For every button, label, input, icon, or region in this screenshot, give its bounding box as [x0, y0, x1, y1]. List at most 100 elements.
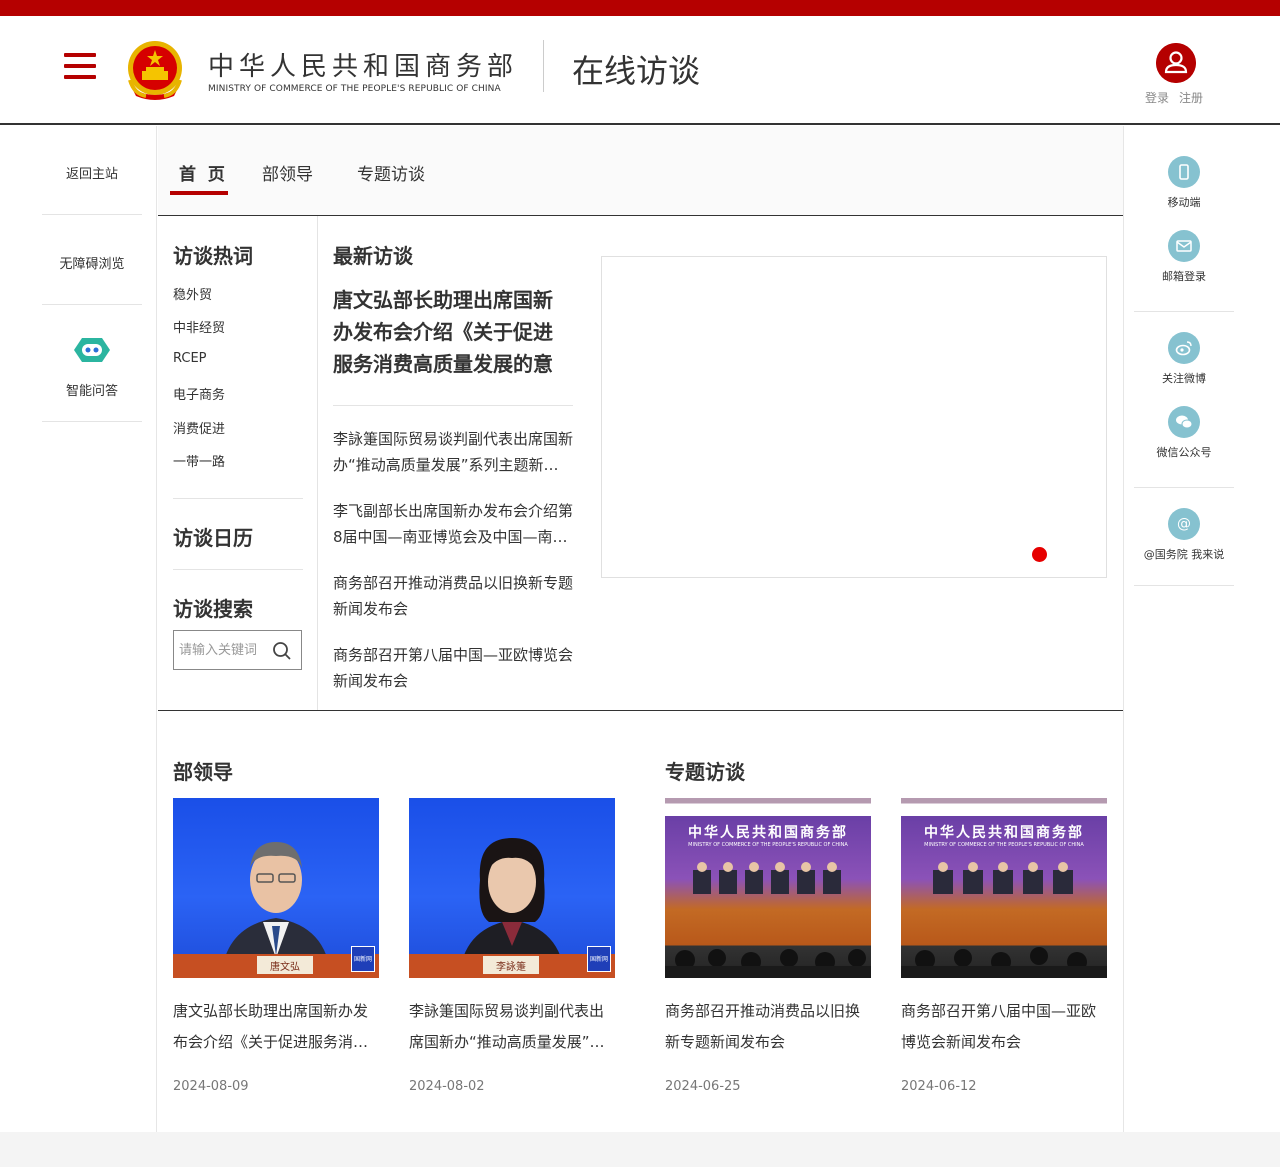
divider	[42, 304, 142, 305]
weibo-label: 关注微博	[1162, 372, 1206, 385]
news-item[interactable]: 商务部召开推动消费品以旧换新专题新闻发布会	[333, 570, 573, 622]
topic-card[interactable]: 中华人民共和国商务部 MINISTRY OF COMMERCE OF THE P…	[901, 798, 1107, 1094]
section-divider	[158, 710, 1123, 711]
stage-banner-subtext: MINISTRY OF COMMERCE OF THE PEOPLE'S REP…	[688, 842, 848, 848]
tab-topics[interactable]: 专题访谈	[357, 160, 425, 185]
leader-card[interactable]: 唐文弘 国新网 唐文弘部长助理出席国新办发布会介绍《关于促进服务消费高质量发展的…	[173, 798, 379, 1094]
leader-card[interactable]: 李詠箑 国新网 李詠箑国际贸易谈判副代表出席国新办“推动高质量发展”系列主题新闻…	[409, 798, 615, 1094]
topic-card[interactable]: 中华人民共和国商务部 MINISTRY OF COMMERCE OF THE P…	[665, 798, 871, 1094]
topic-card-date: 2024-06-25	[665, 1079, 741, 1094]
side-panel: 访谈热词 稳外贸 中非经贸 RCEP 电子商务 消费促进 一带一路 访谈日历 访…	[158, 216, 318, 710]
menu-icon[interactable]	[64, 53, 96, 81]
leader-card-title[interactable]: 李詠箑国际贸易谈判副代表出席国新办“推动高质量发展”系列主题新闻发布会	[409, 996, 615, 1058]
news-item[interactable]: 李詠箑国际贸易谈判副代表出席国新办“推动高质量发展”系列主题新闻发布会	[333, 426, 573, 478]
stage-banner-subtext: MINISTRY OF COMMERCE OF THE PEOPLE'S REP…	[924, 842, 1084, 848]
search-title: 访谈搜索	[173, 597, 253, 621]
mail-icon	[1168, 230, 1200, 262]
divider	[42, 421, 142, 422]
search-icon[interactable]	[272, 641, 292, 661]
divider	[42, 214, 142, 215]
stage-banner-text: 中华人民共和国商务部	[688, 825, 848, 841]
hot-words-title: 访谈热词	[173, 244, 253, 268]
wechat-link[interactable]: 微信公众号	[1134, 406, 1234, 460]
calendar-title[interactable]: 访谈日历	[173, 522, 253, 551]
mail-login-link[interactable]: 邮箱登录	[1134, 230, 1234, 284]
left-sidebar: 返回主站 无障碍浏览 智能问答	[0, 126, 157, 1132]
audience	[901, 947, 1107, 978]
leader-photo[interactable]: 李詠箑 国新网	[409, 798, 615, 978]
right-sidebar: 移动端 邮箱登录 关注微博 微信公众号 @ @国务院 我来说	[1123, 126, 1280, 1132]
user-links: 登录 注册	[1145, 89, 1213, 106]
accessible-browse-link[interactable]: 无障碍浏览	[42, 253, 142, 272]
panel-speakers	[693, 862, 841, 894]
site-header: 中华人民共和国商务部 MINISTRY OF COMMERCE OF THE P…	[0, 16, 1280, 125]
mobile-label: 移动端	[1167, 196, 1201, 209]
video-player[interactable]	[601, 256, 1107, 578]
weibo-link[interactable]: 关注微博	[1134, 332, 1234, 386]
tab-bar: 首 页 部领导 专题访谈	[158, 126, 1123, 216]
divider	[1134, 585, 1234, 586]
robot-icon[interactable]	[70, 335, 114, 365]
weibo-icon	[1168, 332, 1200, 364]
wechat-icon	[1168, 406, 1200, 438]
news-item-text: 李詠箑国际贸易谈判副代表出席国新办“推动高质量发展”系列主题新闻发布会	[333, 430, 573, 474]
panel-speakers	[933, 862, 1073, 894]
carousel-indicator[interactable]	[1032, 547, 1047, 562]
audience	[665, 949, 871, 978]
divider	[173, 498, 303, 499]
national-emblem-icon	[128, 41, 182, 100]
nameplate: 李詠箑	[483, 956, 539, 974]
hot-word-item[interactable]: 电子商务	[173, 384, 225, 403]
hot-word-item[interactable]: 中非经贸	[173, 317, 225, 336]
at-sign-icon: @	[1168, 508, 1200, 540]
topic-card-date: 2024-06-12	[901, 1079, 977, 1094]
news-item-text: 李飞副部长出席国新办发布会介绍第8届中国—南亚博览会及中国—南亚合作	[333, 502, 573, 546]
tab-home[interactable]: 首 页	[179, 160, 228, 185]
divider	[1134, 311, 1234, 312]
news-logo-badge: 国新网	[351, 946, 375, 972]
mail-login-label: 邮箱登录	[1162, 270, 1206, 283]
footer-band	[0, 1132, 1280, 1167]
top-red-bar	[0, 0, 1280, 16]
mobile-icon	[1168, 156, 1200, 188]
search-input[interactable]	[179, 639, 267, 661]
leaders-section-title: 部领导	[173, 760, 233, 784]
hot-word-item[interactable]: 稳外贸	[173, 284, 212, 303]
brand-divider	[543, 40, 544, 92]
state-council-link[interactable]: @ @国务院 我来说	[1134, 508, 1234, 562]
latest-interviews: 最新访谈 唐文弘部长助理出席国新办发布会介绍《关于促进服务消费高质量发展的意 李…	[318, 216, 1123, 710]
topic-photo[interactable]: 中华人民共和国商务部 MINISTRY OF COMMERCE OF THE P…	[901, 798, 1107, 978]
leader-card-title[interactable]: 唐文弘部长助理出席国新办发布会介绍《关于促进服务消费高质量发展的意见》	[173, 996, 379, 1058]
hot-word-item[interactable]: RCEP	[173, 351, 207, 366]
latest-headline[interactable]: 唐文弘部长助理出席国新办发布会介绍《关于促进服务消费高质量发展的意	[333, 284, 558, 380]
state-council-label: @国务院 我来说	[1143, 548, 1225, 561]
back-home-link[interactable]: 返回主站	[42, 163, 142, 182]
login-link[interactable]: 登录	[1145, 91, 1169, 105]
topic-card-title[interactable]: 商务部召开推动消费品以旧换新专题新闻发布会	[665, 996, 871, 1058]
news-item[interactable]: 李飞副部长出席国新办发布会介绍第8届中国—南亚博览会及中国—南亚合作	[333, 498, 573, 550]
smart-qa-link[interactable]: 智能问答	[42, 380, 142, 399]
leader-photo[interactable]: 唐文弘 国新网	[173, 798, 379, 978]
hot-word-item[interactable]: 消费促进	[173, 418, 225, 437]
main-content: 首 页 部领导 专题访谈 访谈热词 稳外贸 中非经贸 RCEP 电子商务 消费促…	[158, 126, 1123, 1132]
active-tab-indicator	[170, 191, 228, 195]
topic-photo[interactable]: 中华人民共和国商务部 MINISTRY OF COMMERCE OF THE P…	[665, 798, 871, 978]
mobile-link[interactable]: 移动端	[1134, 156, 1234, 210]
hot-word-item[interactable]: 一带一路	[173, 451, 225, 470]
site-title: 在线访谈	[572, 52, 701, 90]
news-item[interactable]: 商务部召开第八届中国—亚欧博览会新闻发布会	[333, 642, 573, 694]
tab-leaders[interactable]: 部领导	[262, 160, 313, 185]
register-link[interactable]: 注册	[1179, 91, 1203, 105]
leader-card-date: 2024-08-09	[173, 1079, 249, 1094]
user-icon[interactable]	[1156, 43, 1196, 83]
topics-section-title: 专题访谈	[665, 760, 745, 784]
news-item-text: 商务部召开推动消费品以旧换新专题新闻发布会	[333, 574, 573, 618]
brand-name-cn: 中华人民共和国商务部	[208, 52, 519, 82]
divider	[333, 405, 573, 406]
search-box	[173, 630, 302, 670]
divider	[1134, 487, 1234, 488]
wechat-label: 微信公众号	[1156, 446, 1212, 459]
stage-banner-text: 中华人民共和国商务部	[924, 825, 1084, 841]
divider	[173, 569, 303, 570]
topic-card-title[interactable]: 商务部召开第八届中国—亚欧博览会新闻发布会	[901, 996, 1107, 1058]
